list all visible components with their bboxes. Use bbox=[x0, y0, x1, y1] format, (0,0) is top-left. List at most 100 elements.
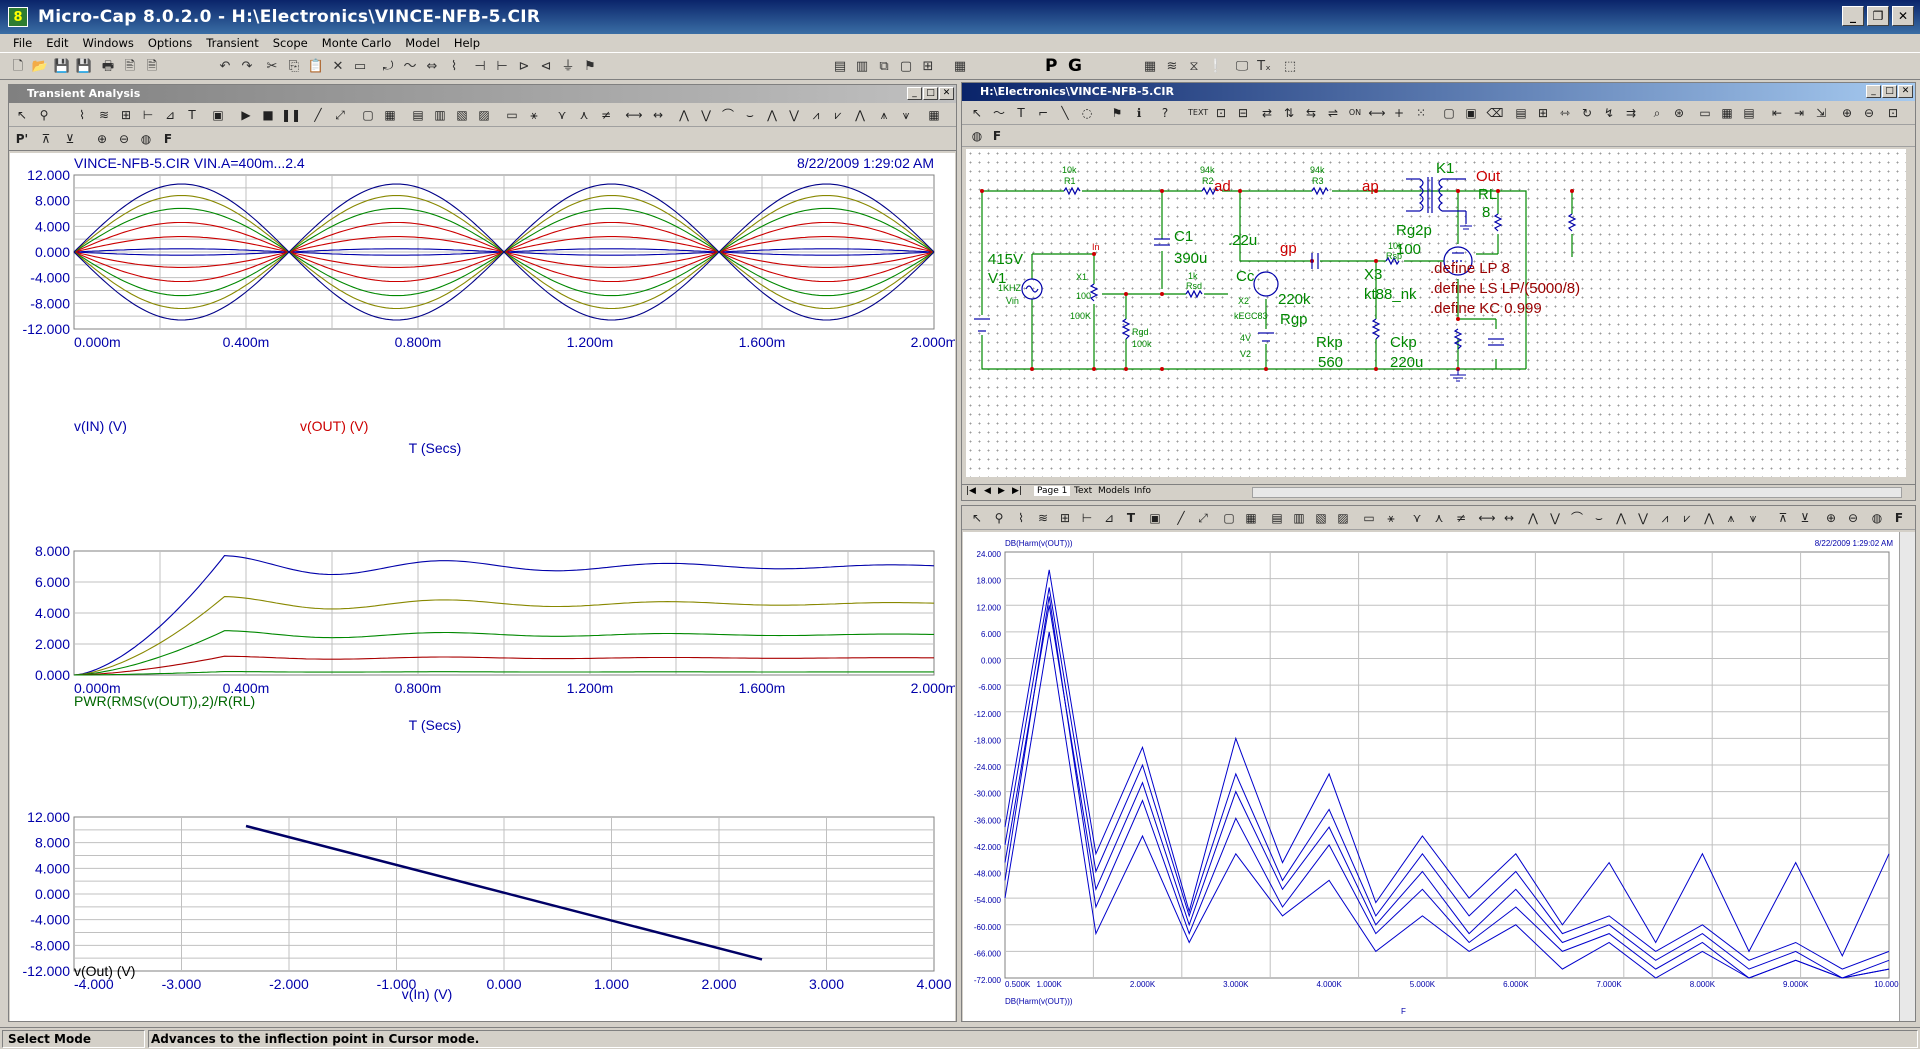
fft-w5-icon[interactable]: ⋀ bbox=[1612, 509, 1630, 527]
sch-rotate-icon[interactable]: ↻ bbox=[1578, 104, 1596, 122]
schematic-maximize-button[interactable]: □ bbox=[1882, 85, 1897, 98]
menu-edit[interactable]: Edit bbox=[39, 34, 75, 52]
tile-horizontal-icon[interactable]: ▤ bbox=[830, 57, 850, 76]
info-icon[interactable]: ❕ bbox=[1206, 57, 1226, 76]
scale-icon[interactable]: ⚲ bbox=[35, 106, 53, 124]
menu-file[interactable]: File bbox=[6, 34, 39, 52]
sch-rect2-icon[interactable]: ▣ bbox=[1462, 104, 1480, 122]
wave10-icon[interactable]: ⩚ bbox=[875, 106, 893, 124]
fft-scale-icon[interactable]: ⚲ bbox=[990, 509, 1008, 527]
close-button[interactable]: ✕ bbox=[1892, 6, 1914, 26]
fft-plot-icon[interactable]: ▭ bbox=[1360, 509, 1378, 527]
sch-arrow2-icon[interactable]: ⇥ bbox=[1790, 104, 1808, 122]
split-icon[interactable]: ⊞ bbox=[918, 57, 938, 76]
stop-icon[interactable]: ■ bbox=[259, 106, 277, 124]
fft-zoom-out-icon[interactable]: ⊖ bbox=[1844, 509, 1862, 527]
fft-valley-icon[interactable]: ⋏ bbox=[1430, 509, 1448, 527]
sch-shape-icon[interactable]: ◌ bbox=[1078, 104, 1096, 122]
fft-slope-icon[interactable]: ≠ bbox=[1452, 509, 1470, 527]
frame-icon[interactable]: ▢ bbox=[359, 106, 377, 124]
menu-model[interactable]: Model bbox=[398, 34, 447, 52]
fft-draw-icon[interactable]: ⤢ bbox=[1194, 509, 1212, 527]
fft-w9-icon[interactable]: ⋀ bbox=[1700, 509, 1718, 527]
fft-cursor-mode2-icon[interactable]: ⊻ bbox=[1796, 509, 1814, 527]
stack4-icon[interactable]: ▨ bbox=[475, 106, 493, 124]
inductor-icon[interactable]: ⊢ bbox=[492, 57, 512, 76]
multi-graph-icon[interactable]: ≋ bbox=[95, 106, 113, 124]
tag-icon[interactable]: ⊿ bbox=[161, 106, 179, 124]
transient-title[interactable]: Transient Analysis bbox=[9, 85, 956, 103]
probe-p-icon[interactable]: P' bbox=[13, 130, 31, 148]
select-arrow-icon[interactable]: ↖ bbox=[13, 106, 31, 124]
tab-models[interactable]: Models bbox=[1098, 486, 1130, 496]
peak-icon[interactable]: ⋎ bbox=[553, 106, 571, 124]
fft-line-icon[interactable]: ╱ bbox=[1172, 509, 1190, 527]
select-all-icon[interactable]: ▭ bbox=[350, 57, 370, 76]
pause-icon[interactable]: ❚❚ bbox=[281, 106, 301, 124]
close-file-icon[interactable]: 🗎 bbox=[142, 57, 162, 76]
sch-pin2-icon[interactable]: ⇅ bbox=[1280, 104, 1298, 122]
sch-pin3-icon[interactable]: ⇆ bbox=[1302, 104, 1320, 122]
zoom-in-icon[interactable]: ⊕ bbox=[93, 130, 111, 148]
new-file-icon[interactable]: 🗋 bbox=[8, 57, 28, 76]
sch-arrow3-icon[interactable]: ⇲ bbox=[1812, 104, 1830, 122]
wave6-icon[interactable]: ⋁ bbox=[785, 106, 803, 124]
sch-prop-icon[interactable]: ▤ bbox=[1512, 104, 1530, 122]
delete-icon[interactable]: ✕ bbox=[328, 57, 348, 76]
schematic-close-button[interactable]: ✕ bbox=[1898, 85, 1913, 98]
fft-vscrollbar[interactable] bbox=[1899, 532, 1915, 1021]
fft-stack3-icon[interactable]: ▧ bbox=[1312, 509, 1330, 527]
point-icon[interactable]: ⊢ bbox=[139, 106, 157, 124]
fft-grid-icon[interactable]: ▦ bbox=[1242, 509, 1260, 527]
wave2-icon[interactable]: ⋁ bbox=[697, 106, 715, 124]
schematic-title[interactable]: H:\Electronics\VINCE-NFB-5.CIR bbox=[962, 83, 1915, 101]
fft-w1-icon[interactable]: ⋀ bbox=[1524, 509, 1542, 527]
fft-cursor-icon[interactable]: ⚹ bbox=[1382, 509, 1400, 527]
sch-page2-icon[interactable]: ▤ bbox=[1740, 104, 1758, 122]
sch-f-icon[interactable]: F bbox=[988, 127, 1006, 145]
sch-plus-icon[interactable]: + bbox=[1390, 104, 1408, 122]
cut-icon[interactable]: ✂ bbox=[262, 57, 282, 76]
chart-icon[interactable]: ⬚ bbox=[1280, 57, 1300, 76]
fft-w7-icon[interactable]: ⩘ bbox=[1656, 509, 1674, 527]
sch-binoculars-icon[interactable]: ⊛ bbox=[1670, 104, 1688, 122]
wave-icon[interactable]: ≋ bbox=[1162, 57, 1182, 76]
left-cursor-icon[interactable]: ⟷ bbox=[625, 106, 643, 124]
fft-multi-icon[interactable]: ≋ bbox=[1034, 509, 1052, 527]
valley-icon[interactable]: ⋏ bbox=[575, 106, 593, 124]
tokens-icon[interactable]: ⊞ bbox=[117, 106, 135, 124]
graph-icon[interactable]: ⌇ bbox=[73, 106, 91, 124]
undo-icon[interactable]: ↶ bbox=[215, 57, 235, 76]
tab-prev-icon[interactable]: ◀ bbox=[984, 486, 991, 496]
fft-w3-icon[interactable]: ⌒ bbox=[1568, 509, 1586, 527]
copy-icon[interactable]: ⎘ bbox=[284, 57, 304, 76]
transistor-icon[interactable]: ⊲ bbox=[536, 57, 556, 76]
sch-mirror-icon[interactable]: ⇿ bbox=[1556, 104, 1574, 122]
scope-icon[interactable]: 🖵 bbox=[1232, 57, 1252, 76]
sch-step-icon[interactable]: ⊞ bbox=[1534, 104, 1552, 122]
slope-icon[interactable]: ≠ bbox=[597, 106, 615, 124]
schematic-hscrollbar[interactable] bbox=[1252, 487, 1902, 498]
component-icon[interactable]: ⧖ bbox=[1184, 57, 1204, 76]
fft-stack2-icon[interactable]: ▥ bbox=[1290, 509, 1308, 527]
plot-power[interactable]: 8.0006.0004.0002.0000.0000.000m 0.400m 0.8… bbox=[35, 543, 957, 696]
sch-flip-icon[interactable]: ↯ bbox=[1600, 104, 1618, 122]
fft-plot-svg[interactable]: DB(Harm(v(OUT))) 8/22/2009 1:29:02 AM 24… bbox=[963, 532, 1905, 1021]
stack3-icon[interactable]: ▧ bbox=[453, 106, 471, 124]
table-icon[interactable]: ▦ bbox=[925, 106, 943, 124]
sch-arrow-icon[interactable]: ⇤ bbox=[1768, 104, 1786, 122]
fft-globe-icon[interactable]: ◍ bbox=[1868, 509, 1886, 527]
menu-transient[interactable]: Transient bbox=[199, 34, 265, 52]
sch-zoom-out-icon[interactable]: ⊖ bbox=[1860, 104, 1878, 122]
sch-eraser-icon[interactable]: ⌫ bbox=[1486, 104, 1504, 122]
fft-point-icon[interactable]: ⊢ bbox=[1078, 509, 1096, 527]
line-icon[interactable]: ╱ bbox=[309, 106, 327, 124]
save-all-icon[interactable]: 💾 bbox=[74, 57, 94, 76]
wave4-icon[interactable]: ⌣ bbox=[741, 106, 759, 124]
sch-node-icon[interactable]: ⊡ bbox=[1212, 104, 1230, 122]
panel-close-button[interactable]: ✕ bbox=[939, 87, 954, 100]
sch-diag-icon[interactable]: ╲ bbox=[1056, 104, 1074, 122]
probe-g-button[interactable]: G bbox=[1068, 56, 1082, 76]
cursor-icon[interactable]: ⚹ bbox=[525, 106, 543, 124]
menu-windows[interactable]: Windows bbox=[76, 34, 141, 52]
